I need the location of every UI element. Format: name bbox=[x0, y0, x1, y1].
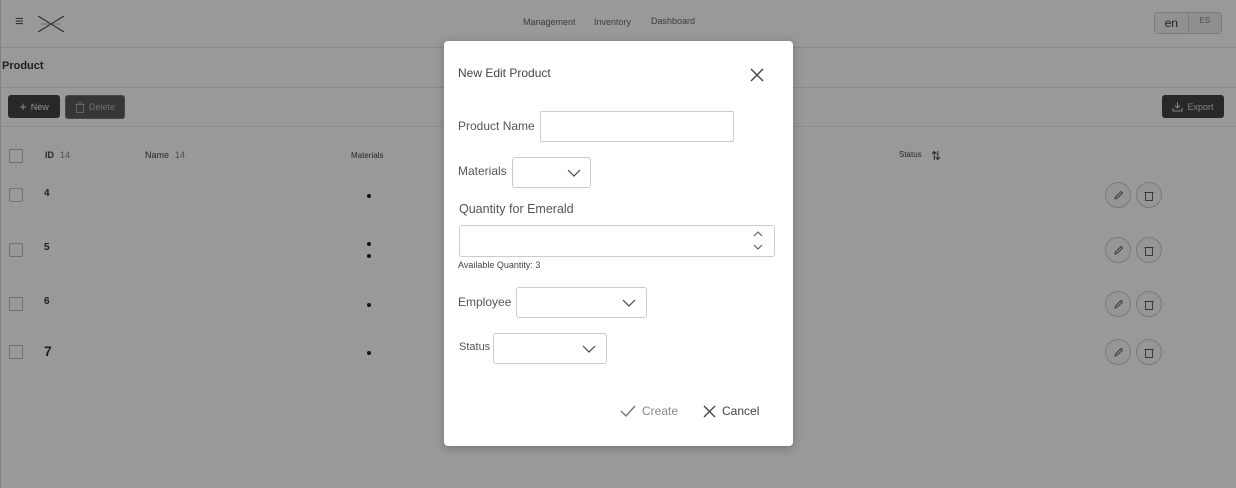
product-name-label: Product Name bbox=[458, 119, 535, 133]
status-label: Status bbox=[459, 341, 491, 353]
materials-select[interactable] bbox=[512, 157, 591, 188]
create-button-label: Create bbox=[642, 404, 679, 418]
create-button[interactable]: Create bbox=[620, 404, 678, 418]
materials-label: Materials bbox=[458, 164, 507, 178]
cancel-button-label: Cancel bbox=[722, 404, 760, 418]
chevron-down-icon bbox=[582, 345, 596, 353]
chevron-up-icon[interactable] bbox=[752, 229, 764, 239]
cancel-button[interactable]: Cancel bbox=[703, 404, 759, 418]
quantity-label: Quantity for Emerald bbox=[459, 202, 574, 216]
close-icon bbox=[703, 405, 716, 417]
chevron-down-icon bbox=[567, 169, 581, 177]
chevron-down-icon bbox=[622, 299, 636, 307]
close-icon[interactable] bbox=[749, 67, 765, 83]
quantity-input[interactable] bbox=[459, 225, 775, 257]
employee-select[interactable] bbox=[516, 287, 647, 318]
product-dialog: New Edit Product Product Name Materials … bbox=[444, 41, 793, 446]
available-quantity-text: Available Quantity: 3 bbox=[458, 260, 541, 270]
dialog-title: New Edit Product bbox=[458, 66, 551, 80]
product-name-input[interactable] bbox=[540, 111, 734, 142]
status-select[interactable] bbox=[493, 333, 607, 364]
chevron-down-icon[interactable] bbox=[752, 242, 764, 252]
employee-label: Employee bbox=[458, 295, 512, 309]
check-icon bbox=[620, 405, 636, 417]
